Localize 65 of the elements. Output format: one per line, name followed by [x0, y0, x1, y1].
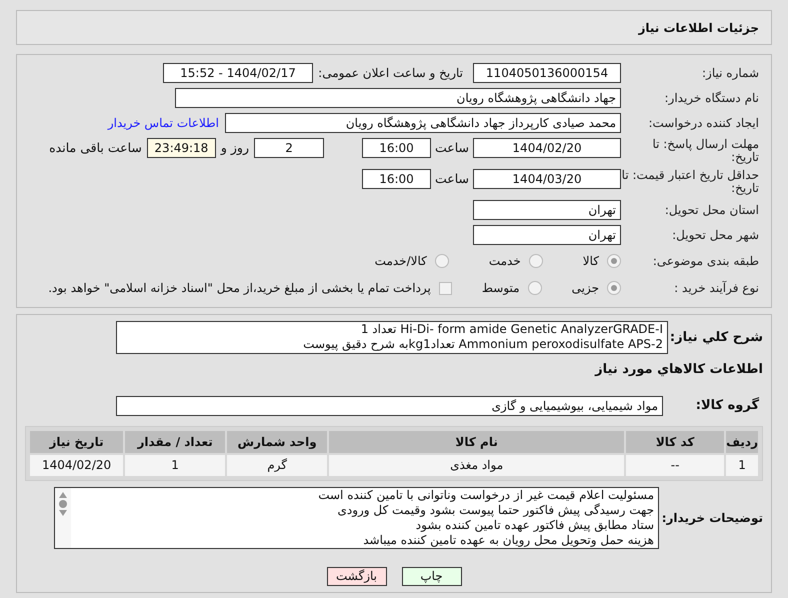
checkbox[interactable]: [438, 282, 452, 294]
print-button[interactable]: چاپ: [402, 566, 462, 586]
column-header: تاریخ نیاز: [30, 430, 124, 452]
radio-label: کالا/خدمت: [374, 253, 427, 270]
scroll-thumb-icon[interactable]: [59, 500, 67, 508]
field-label: حداقل تاریخ اعتبار قیمت: تا تاریخ:: [621, 169, 759, 195]
radio-label: جزیی: [572, 280, 599, 297]
field-label: تاریخ و ساعت اعلان عمومی:: [317, 65, 463, 82]
column-header: نام کالا: [329, 430, 624, 452]
value-field: 1404/03/20: [473, 169, 621, 189]
field-label: استان محل تحویل:: [664, 204, 759, 216]
field-label: شرح کلي نياز:: [668, 328, 763, 347]
radio-button[interactable]: [528, 254, 543, 268]
scroll-down-icon[interactable]: [59, 510, 67, 516]
column-header: واحد شمارش: [227, 430, 328, 452]
table-cell: 1: [726, 454, 758, 476]
value-field: 16:00: [362, 169, 431, 189]
field-label: توضیحات خریدار:: [660, 510, 763, 526]
table-cell: مواد مغذی: [329, 454, 624, 476]
value-field: 2: [254, 138, 324, 158]
table-cell: 1404/02/20: [30, 454, 124, 476]
field-label: شهر محل تحویل:: [671, 228, 759, 242]
radio-button[interactable]: [607, 254, 621, 268]
value-field: تهران: [473, 225, 621, 245]
value-field: تهران: [473, 200, 621, 220]
column-header: ردیف: [726, 430, 758, 452]
value-field: مواد شیمیایی، بیوشیمیایی و گازی: [116, 396, 663, 416]
field-label: طبقه بندی موضوعی:: [652, 254, 759, 268]
field-label: نام دستگاه خریدار:: [664, 92, 759, 104]
scrollbar[interactable]: [55, 488, 71, 548]
column-header: تعداد / مقدار: [125, 430, 226, 452]
table-cell: گرم: [227, 454, 328, 476]
field-label: نوع فرآیند خرید :: [673, 282, 759, 294]
field-label: شماره نیاز:: [701, 66, 759, 80]
value-field: جهاد دانشگاهی پژوهشگاه رویان: [175, 88, 621, 108]
value-field: 1404/02/17 - 15:52: [163, 63, 313, 83]
page-title: جزئیات اطلاعات نیاز: [638, 20, 759, 36]
back-button[interactable]: بازگشت: [326, 566, 386, 586]
scroll-up-icon[interactable]: [59, 492, 67, 498]
value-field: 16:00: [362, 138, 431, 158]
contact-link[interactable]: اطلاعات تماس خریدار: [108, 114, 219, 132]
days-label: روز و: [219, 138, 250, 157]
field-label: ایجاد کننده درخواست:: [647, 116, 759, 130]
section-heading: اطلاعات كالاهاي مورد نياز: [594, 361, 763, 379]
value-field: 1104050136000154: [473, 63, 621, 83]
time-label: ساعت: [434, 138, 470, 157]
radio-label: متوسط: [482, 280, 520, 297]
payment-note: پرداخت تمام یا بخشی از مبلغ خرید،از محل "اسناد خزانه اسلامی" خواهد بود.: [48, 280, 431, 297]
radio-button[interactable]: [528, 281, 542, 295]
description-box: Hi-Di- form amide Genetic AnalyzerGRADE-I تعداد 1 Ammonium peroxodisulfate APS-2 تعدادkg1به شرح دقیق پیوست: [116, 321, 668, 354]
remaining-label: ساعت باقی مانده: [49, 138, 143, 157]
value-field: محمد صیادی کارپرداز جهاد دانشگاهی پژوهشگاه رویان: [225, 113, 621, 133]
field-label: گروه کالا:: [694, 396, 760, 415]
radio-label: کالا: [582, 253, 599, 270]
table-cell: 1: [125, 454, 226, 476]
radio-button[interactable]: [607, 281, 621, 295]
radio-button[interactable]: [434, 254, 449, 268]
table-cell: --: [626, 454, 724, 476]
time-label: ساعت: [434, 170, 470, 188]
radio-label: خدمت: [488, 253, 521, 270]
value-field: 1404/02/20: [473, 138, 621, 158]
column-header: کد کالا: [626, 430, 724, 452]
field-label: مهلت ارسال پاسخ: تا تاریخ:: [651, 138, 759, 164]
value-field: 23:49:18: [146, 138, 216, 158]
notes-box: مسئولیت اعلام قیمت غیر از درخواست وناتوانی با تامین کننده است جهت رسیدگی پیش فاکتور حتما پیوست بشود وقیمت کل ورودی ستاد مطابق پیش فاکتور عهده تامین کننده بشود هزینه حمل وتحویل محل رویان به عهده تامین کننده میباشد: [54, 486, 659, 548]
